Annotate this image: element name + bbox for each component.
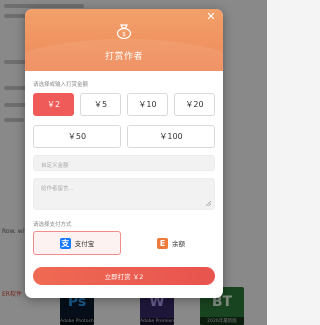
payment-section-label: 请选择支付方式 [33,222,72,228]
resize-handle-icon[interactable] [206,201,211,206]
alipay-icon: 支 [59,237,71,249]
payment-option-alipay[interactable]: 支 支付宝 [33,231,121,255]
submit-tip-button[interactable]: 立即打赏 ￥2 [33,267,215,285]
header-decoration [25,39,223,99]
close-icon[interactable]: ✕ [205,11,217,23]
message-textarea[interactable]: 给作者留言... [33,178,215,210]
modal-title: 打赏作者 [104,52,143,62]
modal-header: ✕ $ 打赏作者 [25,9,223,99]
custom-amount-input[interactable]: 自定义金额 [33,155,215,171]
money-bag-icon: $ [116,24,132,39]
payment-label: 余额 [172,240,185,248]
message-placeholder: 给作者留言... [41,186,74,192]
amount-section-label: 请选择或输入打赏金额 [33,82,89,88]
wallet-icon: E [157,237,168,249]
amount-option-50[interactable]: ￥50 [33,125,121,148]
payment-option-balance[interactable]: E 余额 [127,231,215,255]
svg-text:$: $ [122,31,126,38]
tip-author-modal: ✕ $ 打赏作者 请选择或输入打赏金额 ￥2 ￥5 ￥10 ￥20 ￥50 ￥1… [25,9,223,298]
amount-option-100[interactable]: ￥100 [127,125,215,148]
amount-option-20[interactable]: ￥20 [174,93,215,116]
amount-option-10[interactable]: ￥10 [127,93,168,116]
amount-option-2[interactable]: ￥2 [33,93,74,116]
payment-label: 支付宝 [74,240,95,248]
amount-option-5[interactable]: ￥5 [80,93,121,116]
